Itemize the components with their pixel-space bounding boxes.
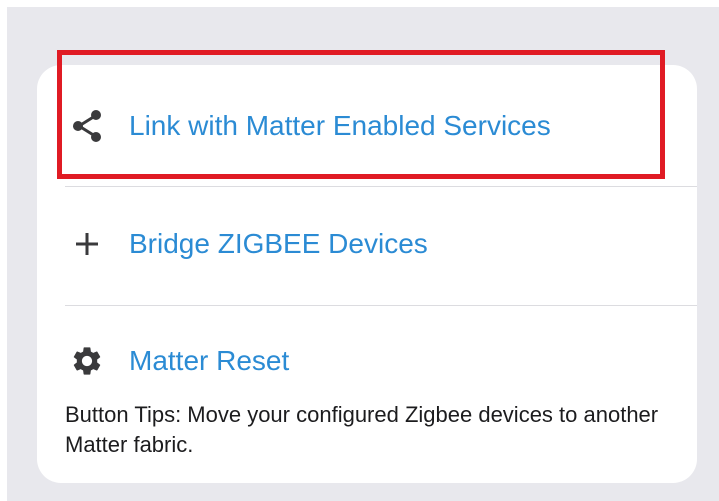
divider: [65, 186, 697, 187]
bridge-zigbee-devices-label: Bridge ZIGBEE Devices: [129, 228, 428, 259]
gear-icon: [69, 343, 105, 379]
matter-reset-label: Matter Reset: [129, 345, 290, 376]
matter-reset-item[interactable]: Matter Reset: [37, 328, 697, 394]
bridge-zigbee-devices-item[interactable]: Bridge ZIGBEE Devices: [37, 211, 697, 277]
link-matter-services-label: Link with Matter Enabled Services: [129, 110, 551, 141]
share-icon: [69, 108, 105, 144]
link-matter-services-item[interactable]: Link with Matter Enabled Services: [37, 93, 697, 159]
matter-options-card: Link with Matter Enabled Services Bridge…: [37, 65, 697, 483]
plus-icon: [69, 226, 105, 262]
button-tips-text: Button Tips: Move your configured Zigbee…: [65, 402, 659, 457]
divider: [65, 305, 697, 306]
